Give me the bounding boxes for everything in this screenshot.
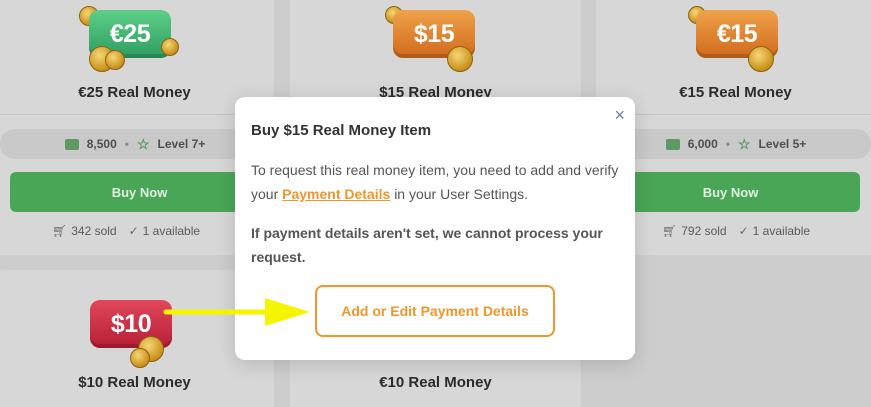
available-count: 1 available — [142, 224, 201, 238]
cart-icon: 🛒︎ — [662, 224, 678, 238]
level-value: Level 7+ — [157, 137, 206, 151]
check-circle-icon: ✓ — [738, 224, 749, 238]
points-value: 6,000 — [687, 137, 718, 151]
dialog-body: To request this real money item, you nee… — [251, 158, 623, 206]
points-value: 8,500 — [86, 137, 117, 151]
check-circle-icon: ✓ — [128, 224, 139, 238]
item-card: i €25 €25 Real Money 8,500 • ☆ Level 7+ … — [0, 0, 274, 255]
buy-now-button[interactable]: Buy Now — [601, 172, 860, 212]
cart-icon: 🛒︎ — [52, 224, 68, 238]
card-stats: 🛒︎ 342 sold ✓ 1 available — [52, 224, 200, 238]
dialog-title: Buy $15 Real Money Item — [251, 122, 432, 139]
buy-now-button[interactable]: Buy Now — [10, 172, 269, 212]
badge-graphic: $15 — [385, 6, 485, 80]
star-icon: ☆ — [737, 135, 751, 152]
card-meta: 6,000 • ☆ Level 5+ — [601, 129, 871, 159]
payment-details-link[interactable]: Payment Details — [282, 186, 390, 202]
item-card: i €15 €15 Real Money 6,000 • ☆ Level 5+ … — [596, 0, 871, 255]
level-value: Level 5+ — [758, 137, 807, 151]
card-title: $10 Real Money — [78, 374, 191, 391]
card-title: €10 Real Money — [379, 374, 492, 391]
card-meta: 8,500 • ☆ Level 7+ — [0, 129, 270, 159]
dialog-warning: If payment details aren't set, we cannot… — [251, 225, 603, 265]
money-icon — [665, 138, 680, 150]
body-text-post: in your User Settings. — [394, 186, 529, 202]
close-icon[interactable]: × — [614, 106, 625, 124]
sold-count: 342 sold — [71, 224, 117, 238]
available-count: 1 available — [752, 224, 811, 238]
card-stats: 🛒︎ 792 sold ✓ 1 available — [662, 224, 810, 238]
add-edit-payment-button[interactable]: Add or Edit Payment Details — [315, 285, 555, 337]
star-icon: ☆ — [136, 135, 150, 152]
sold-count: 792 sold — [681, 224, 727, 238]
money-icon — [64, 138, 79, 150]
arrow-icon — [163, 298, 310, 326]
